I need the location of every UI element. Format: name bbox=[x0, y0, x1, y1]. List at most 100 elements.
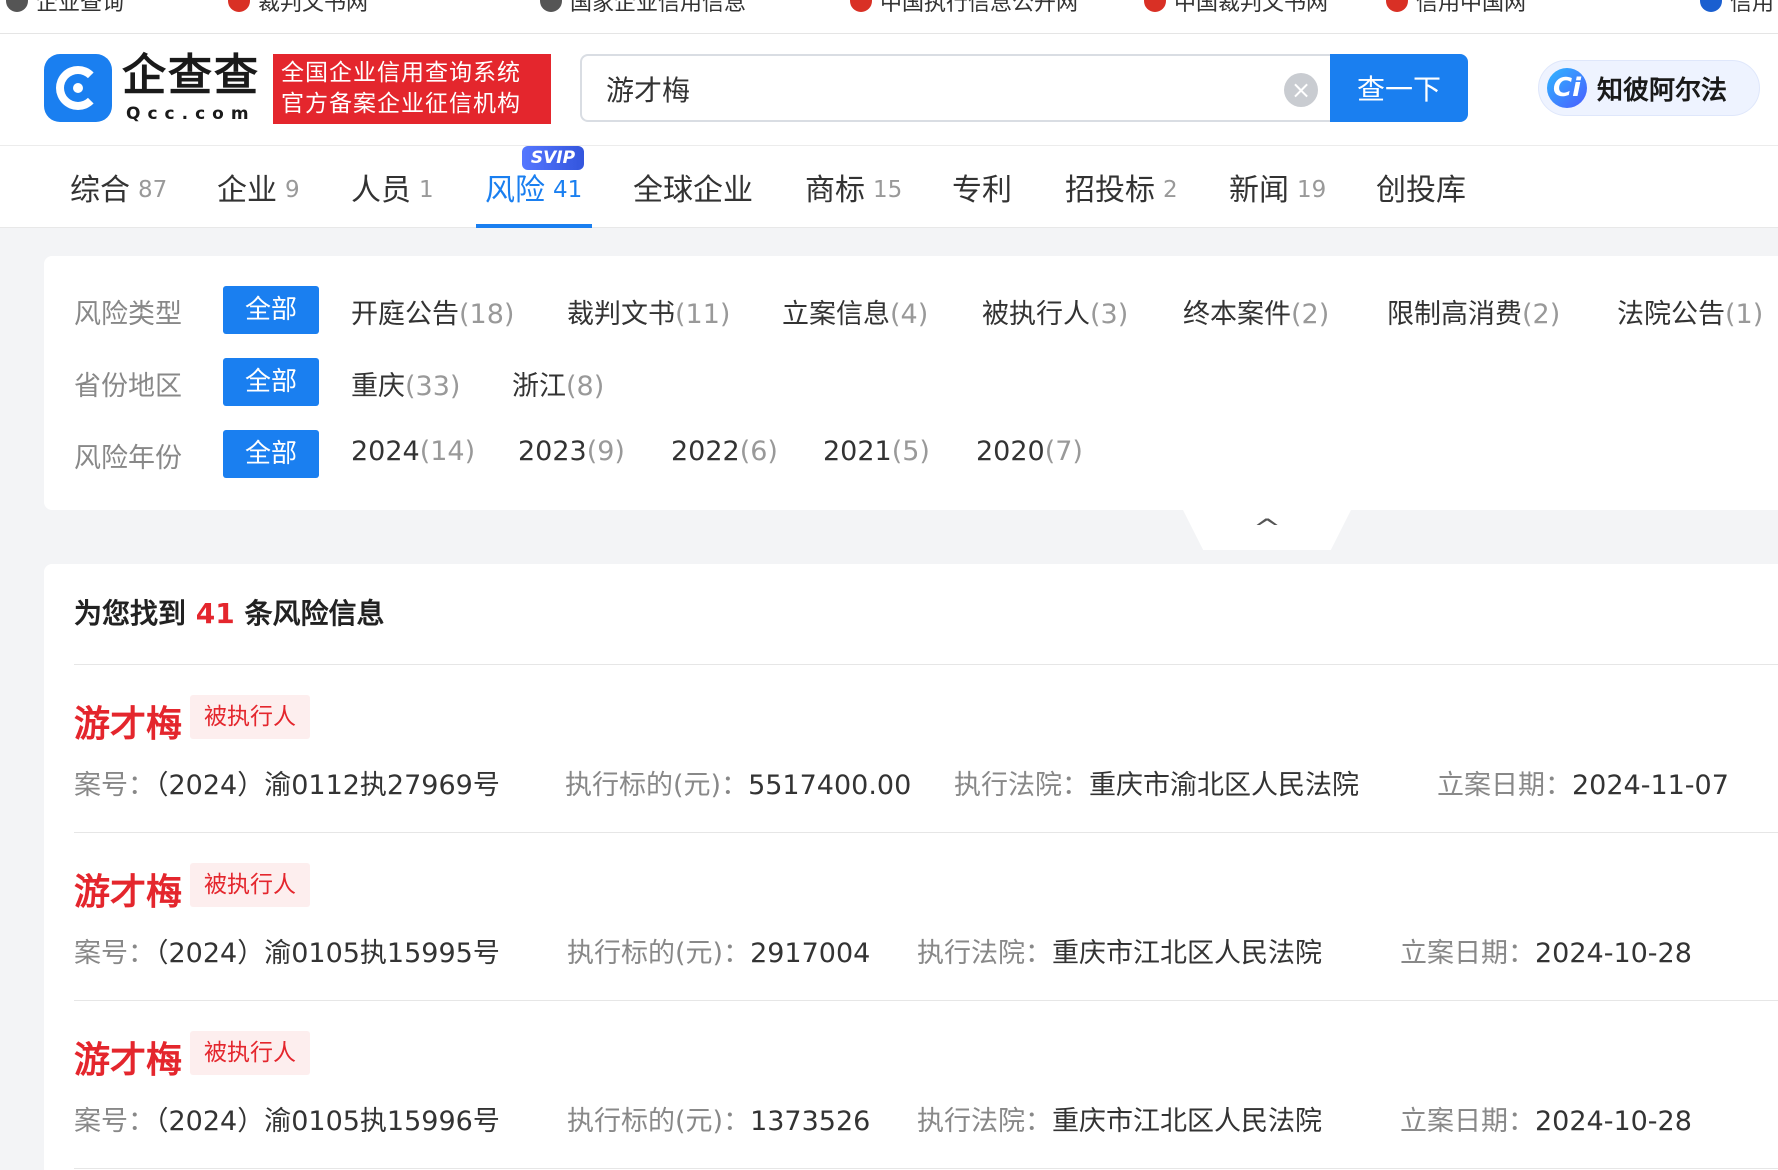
execution-amount: 执行标的(元)：2917004 bbox=[567, 931, 870, 970]
meta-value: 重庆市江北区人民法院 bbox=[1052, 938, 1322, 969]
logo-name[interactable]: 企查查 bbox=[122, 52, 260, 100]
chip-name: 开庭公告 bbox=[351, 299, 459, 330]
person-name-link[interactable]: 游才梅 bbox=[74, 1031, 182, 1083]
filter-chip[interactable]: 裁判文书(11) bbox=[567, 292, 730, 331]
divider bbox=[74, 1168, 1778, 1169]
filter-chip[interactable]: 2023(9) bbox=[518, 436, 625, 467]
tab-global-company[interactable]: 全球企业 bbox=[633, 146, 753, 228]
tab-venture-db[interactable]: 创投库 bbox=[1376, 146, 1466, 228]
person-name-link[interactable]: 游才梅 bbox=[74, 863, 182, 915]
chip-name: 被执行人 bbox=[982, 299, 1090, 330]
filter-all-chip[interactable]: 全部 bbox=[223, 430, 319, 478]
meta-value: （2024）渝0105执15996号 bbox=[155, 1106, 500, 1137]
qcc-logo-icon[interactable] bbox=[44, 54, 112, 122]
logo-domain: Qcc.com bbox=[126, 104, 256, 124]
filter-row-risk-type: 风险类型 全部 开庭公告(18) 裁判文书(11) 立案信息(4) 被执行人(3… bbox=[44, 286, 1778, 334]
tab-bidding[interactable]: 招投标 2 bbox=[1065, 146, 1178, 228]
filter-chip[interactable]: 2024(14) bbox=[351, 436, 475, 467]
bookmark-icon bbox=[1386, 0, 1408, 12]
tab-person[interactable]: 人员 1 bbox=[351, 146, 434, 228]
svip-badge: SVIP bbox=[522, 146, 584, 170]
bookmark-icon bbox=[540, 0, 562, 12]
filter-chip[interactable]: 被执行人(3) bbox=[982, 292, 1128, 331]
bookmark-label: 中国裁判文书网 bbox=[1174, 0, 1329, 16]
execution-court: 执行法院：重庆市江北区人民法院 bbox=[917, 931, 1322, 970]
meta-value: 2024-10-28 bbox=[1535, 1106, 1692, 1137]
filter-chip[interactable]: 开庭公告(18) bbox=[351, 292, 514, 331]
meta-value: 重庆市渝北区人民法院 bbox=[1089, 770, 1359, 801]
tab-trademark[interactable]: 商标 15 bbox=[805, 146, 902, 228]
meta-key: 案号： bbox=[74, 938, 155, 969]
bookmark-item[interactable]: 国家企业信用信息 bbox=[540, 0, 746, 16]
bookmark-icon bbox=[850, 0, 872, 12]
filter-chip[interactable]: 浙江(8) bbox=[512, 364, 604, 403]
filter-chip[interactable]: 终本案件(2) bbox=[1183, 292, 1329, 331]
filing-date: 立案日期：2024-10-28 bbox=[1400, 1099, 1692, 1138]
search-input[interactable] bbox=[606, 70, 1226, 108]
filter-chip[interactable]: 2020(7) bbox=[976, 436, 1083, 467]
tab-all[interactable]: 综合 87 bbox=[70, 146, 167, 228]
site-header: 企查查 Qcc.com 全国企业信用查询系统 官方备案企业征信机构 × 查一下 … bbox=[0, 34, 1778, 146]
bookmark-item[interactable]: 中国执行信息公开网 bbox=[850, 0, 1078, 16]
bookmark-item[interactable]: 中国裁判文书网 bbox=[1144, 0, 1329, 16]
active-tab-underline bbox=[476, 224, 592, 228]
bookmark-item[interactable]: 信用 bbox=[1700, 0, 1775, 16]
filter-chip[interactable]: 立案信息(4) bbox=[782, 292, 928, 331]
meta-value: 2024-10-28 bbox=[1535, 938, 1692, 969]
chip-count: (1) bbox=[1725, 299, 1764, 330]
ai-logo-icon: Ci bbox=[1547, 68, 1587, 108]
meta-key: 执行法院： bbox=[917, 1106, 1052, 1137]
chip-count: (14) bbox=[419, 436, 476, 467]
search-button[interactable]: 查一下 bbox=[1330, 54, 1468, 122]
ai-assistant-label: 知彼阿尔法 bbox=[1597, 75, 1728, 106]
chip-name: 2024 bbox=[351, 436, 420, 467]
filter-all-chip[interactable]: 全部 bbox=[223, 286, 319, 334]
tab-label: 风险 bbox=[485, 173, 545, 208]
logo-dot-shape bbox=[73, 83, 83, 93]
chip-name: 限制高消费 bbox=[1387, 299, 1522, 330]
meta-key: 执行标的(元)： bbox=[567, 1106, 751, 1137]
results-title-prefix: 为您找到 bbox=[74, 597, 187, 630]
tab-count: 9 bbox=[285, 177, 300, 203]
filter-chip[interactable]: 2022(6) bbox=[671, 436, 778, 467]
tab-patent[interactable]: 专利 bbox=[952, 146, 1012, 228]
clear-icon[interactable]: × bbox=[1284, 73, 1318, 107]
meta-key: 执行标的(元)： bbox=[565, 770, 749, 801]
meta-key: 执行法院： bbox=[954, 770, 1089, 801]
bookmark-icon bbox=[1144, 0, 1166, 12]
bookmark-item[interactable]: 信用中国网 bbox=[1386, 0, 1526, 16]
tab-news[interactable]: 新闻 19 bbox=[1229, 146, 1326, 228]
risk-tag: 被执行人 bbox=[190, 1031, 310, 1075]
tab-label: 全球企业 bbox=[633, 173, 753, 208]
filter-chip[interactable]: 重庆(33) bbox=[351, 364, 460, 403]
bookmark-item[interactable]: 裁判文书网 bbox=[228, 0, 368, 16]
results-count: 41 bbox=[195, 597, 235, 630]
filter-chip[interactable]: 2021(5) bbox=[823, 436, 930, 467]
ai-assistant-button[interactable]: Ci 知彼阿尔法 bbox=[1538, 60, 1760, 116]
chip-name: 浙江 bbox=[512, 371, 566, 402]
filter-panel: 风险类型 全部 开庭公告(18) 裁判文书(11) 立案信息(4) 被执行人(3… bbox=[44, 256, 1778, 510]
tab-label: 新闻 bbox=[1229, 173, 1289, 208]
execution-court: 执行法院：重庆市江北区人民法院 bbox=[917, 1099, 1322, 1138]
filter-chip[interactable]: 法院公告(1) bbox=[1617, 292, 1763, 331]
bookmark-label: 信用 bbox=[1730, 0, 1775, 16]
chip-count: (6) bbox=[739, 436, 778, 467]
chip-count: (4) bbox=[890, 299, 929, 330]
chip-count: (2) bbox=[1522, 299, 1561, 330]
filter-all-chip[interactable]: 全部 bbox=[223, 358, 319, 406]
tab-company[interactable]: 企业 9 bbox=[217, 146, 300, 228]
tab-label: 商标 bbox=[805, 173, 865, 208]
bookmarks-bar: 企业查询 裁判文书网 国家企业信用信息 中国执行信息公开网 中国裁判文书网 信用… bbox=[0, 0, 1778, 34]
filter-label: 风险年份 bbox=[74, 443, 182, 474]
person-name-link[interactable]: 游才梅 bbox=[74, 695, 182, 747]
result-item: 游才梅 被执行人 案号：（2024）渝0105执15995号 执行标的(元)：2… bbox=[74, 833, 1778, 983]
collapse-filters-button[interactable]: ^ bbox=[1183, 510, 1351, 550]
execution-amount: 执行标的(元)：1373526 bbox=[567, 1099, 870, 1138]
bookmark-item[interactable]: 企业查询 bbox=[6, 0, 124, 16]
tab-label: 人员 bbox=[351, 173, 411, 208]
filter-row-province: 省份地区 全部 重庆(33) 浙江(8) bbox=[44, 358, 1778, 406]
filter-label: 省份地区 bbox=[74, 371, 182, 402]
filter-chip[interactable]: 限制高消费(2) bbox=[1387, 292, 1560, 331]
meta-key: 立案日期： bbox=[1437, 770, 1572, 801]
chip-name: 2021 bbox=[823, 436, 892, 467]
